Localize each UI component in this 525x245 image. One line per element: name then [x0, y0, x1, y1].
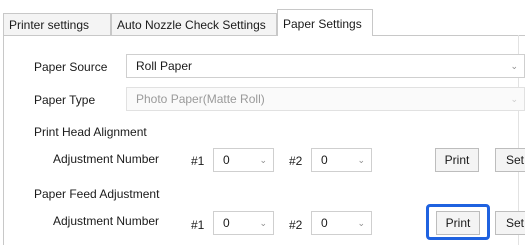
pha-number-1-value: 0	[223, 153, 230, 167]
pha-set-button[interactable]: Set	[495, 148, 525, 172]
pfa-adjustment-number-label: Adjustment Number	[53, 214, 160, 228]
paper-type-select: Photo Paper(Matte Roll) ⌄	[126, 87, 525, 111]
pfa-number-2-value: 0	[321, 216, 328, 230]
paper-feed-adjustment-heading: Paper Feed Adjustment	[34, 187, 160, 201]
pfa-number-2-label: #2	[289, 218, 303, 232]
chevron-down-icon: ⌄	[510, 61, 518, 71]
pha-number-2-select[interactable]: 0 ⌄	[311, 148, 372, 172]
pha-print-button[interactable]: Print	[435, 148, 479, 172]
pha-adjustment-number-label: Adjustment Number	[53, 152, 160, 166]
chevron-down-icon: ⌄	[357, 155, 365, 165]
chevron-down-icon: ⌄	[259, 218, 267, 228]
pha-number-1-label: #1	[191, 154, 205, 168]
button-label: Print	[445, 216, 471, 230]
button-label: Set	[505, 153, 524, 167]
pha-number-2-value: 0	[321, 153, 328, 167]
pfa-number-2-select[interactable]: 0 ⌄	[311, 211, 372, 235]
pfa-number-1-label: #1	[191, 218, 205, 232]
pfa-number-1-value: 0	[223, 216, 230, 230]
print-head-alignment-heading: Print Head Alignment	[34, 125, 147, 139]
tab-label: Auto Nozzle Check Settings	[117, 18, 266, 32]
tab-label: Paper Settings	[283, 17, 362, 31]
chevron-down-icon: ⌄	[357, 218, 365, 228]
button-label: Print	[444, 153, 470, 167]
paper-source-value: Roll Paper	[136, 59, 193, 73]
pfa-number-1-select[interactable]: 0 ⌄	[213, 211, 274, 235]
paper-type-value: Photo Paper(Matte Roll)	[136, 92, 265, 106]
chevron-down-icon: ⌄	[259, 155, 267, 165]
pha-number-1-select[interactable]: 0 ⌄	[213, 148, 274, 172]
paper-type-label: Paper Type	[34, 93, 96, 107]
pha-number-2-label: #2	[289, 154, 303, 168]
chevron-down-icon: ⌄	[510, 94, 518, 104]
tab-auto-nozzle-check-settings[interactable]: Auto Nozzle Check Settings	[111, 13, 277, 35]
paper-source-label: Paper Source	[34, 60, 108, 74]
paper-source-select[interactable]: Roll Paper ⌄	[126, 54, 525, 78]
button-label: Set	[505, 216, 524, 230]
pfa-print-button[interactable]: Print	[436, 211, 480, 235]
tab-label: Printer settings	[9, 18, 90, 32]
tab-printer-settings[interactable]: Printer settings	[3, 13, 111, 35]
tab-bar: Printer settings Auto Nozzle Check Setti…	[3, 9, 525, 36]
pfa-set-button[interactable]: Set	[495, 211, 525, 235]
tab-paper-settings[interactable]: Paper Settings	[277, 9, 373, 36]
